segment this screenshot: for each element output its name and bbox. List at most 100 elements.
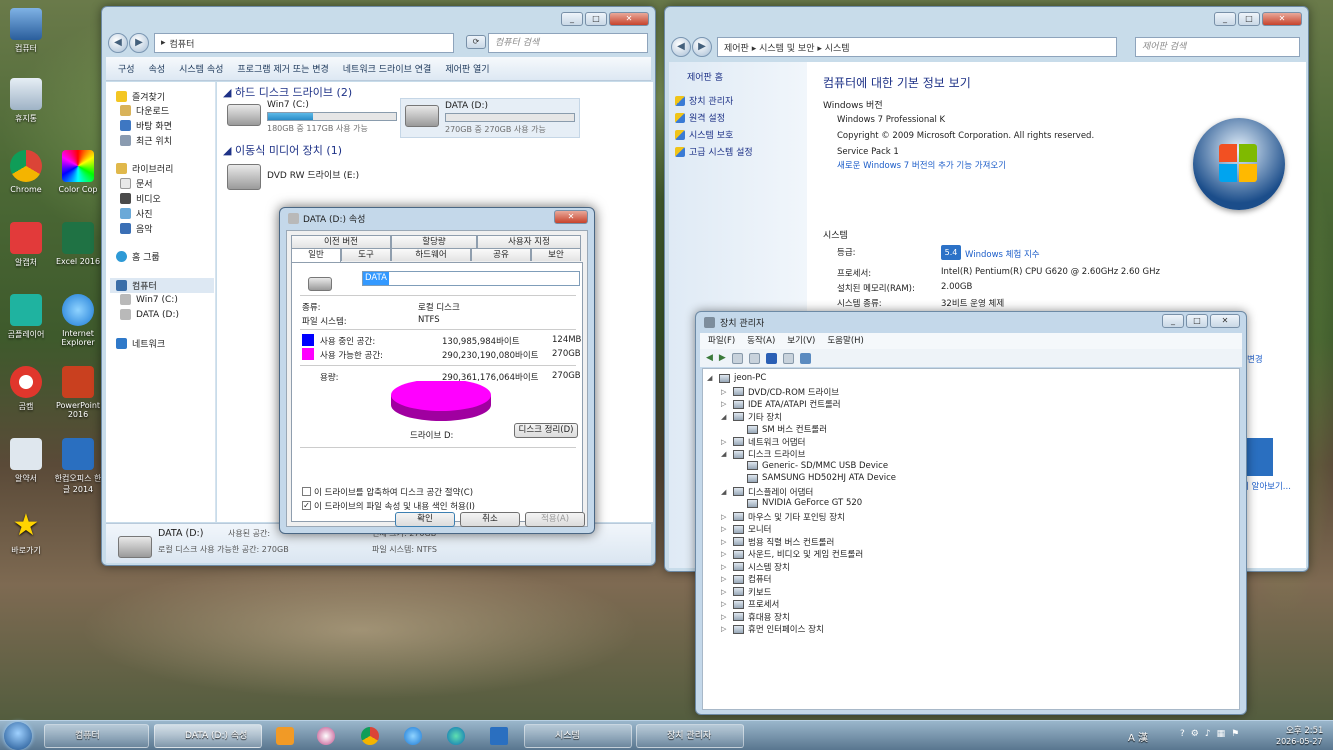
device-tree-node[interactable]: ▷ 키보드 [721, 586, 771, 598]
expander-icon[interactable]: ◢ [707, 374, 715, 382]
nav-win7[interactable]: Win7 (C:) [120, 294, 178, 305]
close-button[interactable]: ✕ [554, 210, 588, 224]
taskbar-pin-gomplayer[interactable] [265, 724, 305, 748]
side-link-remote[interactable]: 원격 설정 [675, 111, 725, 124]
nav-computer[interactable]: 컴퓨터 [110, 278, 214, 293]
apply-button[interactable]: 적용(A) [525, 512, 585, 527]
device-tree-node[interactable]: ▷ 네트워크 어댑터 [721, 436, 805, 448]
toolbar-uninstall[interactable]: 프로그램 제거 또는 변경 [237, 62, 328, 75]
device-tree-node[interactable]: ▷ 시스템 장치 [721, 561, 790, 573]
tab-tools[interactable]: 도구 [341, 248, 391, 261]
view-icon[interactable] [782, 352, 794, 364]
drive-label-input[interactable]: DATA [362, 271, 580, 286]
list-icon[interactable] [748, 352, 760, 364]
index-checkbox[interactable]: ✓ [302, 501, 311, 510]
scan-hardware-icon[interactable] [799, 352, 811, 364]
device-tree-node[interactable]: ▷ 범용 직렬 버스 컨트롤러 [721, 536, 834, 548]
close-button[interactable]: ✕ [1210, 314, 1240, 328]
desktop-icon-colorcop[interactable]: Color Cop [52, 150, 104, 194]
device-tree-node[interactable]: ▷ DVD/CD-ROM 드라이브 [721, 386, 839, 398]
expander-icon[interactable]: ▷ [721, 525, 729, 533]
minimize-button[interactable]: _ [561, 12, 583, 26]
back-icon[interactable]: ◀ [706, 353, 713, 363]
nav-pictures[interactable]: 사진 [120, 207, 153, 220]
anytime-upgrade-link[interactable]: 새로운 Windows 7 버전의 추가 기능 가져오기 [837, 159, 1006, 171]
taskbar-pin-ie[interactable] [393, 724, 433, 748]
drive-d[interactable]: DATA (D:) 270GB 중 270GB 사용 가능 [400, 98, 580, 138]
expander-icon[interactable]: ▷ [721, 538, 729, 546]
help-icon[interactable] [765, 352, 777, 364]
removable-section-header[interactable]: ◢ 이동식 미디어 장치 (1) [223, 142, 342, 158]
taskbar-pin-edge[interactable] [436, 724, 476, 748]
menu-help[interactable]: 도움말(H) [827, 333, 863, 349]
device-tree-node[interactable]: ▷ 사운드, 비디오 및 게임 컨트롤러 [721, 548, 863, 560]
address-bar[interactable]: 제어판 ▸ 시스템 및 보안 ▸ 시스템 [717, 37, 1117, 57]
desktop-icon-excel[interactable]: Excel 2016 [52, 222, 104, 266]
desktop-icon-gomplayer[interactable]: 곰플레이어 [0, 294, 52, 340]
forward-button[interactable]: ▶ [129, 33, 149, 53]
tab-sharing[interactable]: 공유 [471, 248, 531, 261]
rating-badge[interactable]: 5.4 [941, 245, 961, 260]
device-tree-node[interactable]: SAMSUNG HD502HJ ATA Device [735, 473, 896, 483]
back-button[interactable]: ◀ [671, 37, 691, 57]
tab-quota[interactable]: 할당량 [391, 235, 477, 248]
nav-music[interactable]: 음악 [120, 222, 153, 235]
start-button[interactable] [4, 722, 32, 750]
taskbar-pin-chrome[interactable] [350, 724, 390, 748]
expander-icon[interactable]: ▷ [721, 575, 729, 583]
maximize-button[interactable]: □ [1186, 314, 1208, 328]
control-panel-home-link[interactable]: 제어판 홈 [687, 70, 723, 83]
tray-ime[interactable]: A 漢 [1128, 729, 1148, 744]
hdd-section-header[interactable]: ◢ 하드 디스크 드라이브 (2) [223, 84, 352, 100]
toolbar-map-drive[interactable]: 네트워크 드라이브 연결 [343, 62, 432, 75]
close-button[interactable]: ✕ [609, 12, 649, 26]
side-link-protection[interactable]: 시스템 보호 [675, 128, 733, 141]
toolbar-control-panel[interactable]: 제어판 열기 [445, 62, 489, 75]
device-tree-node[interactable]: ▷ IDE ATA/ATAPI 컨트롤러 [721, 398, 841, 410]
device-tree-node[interactable]: ◢ 디스크 드라이브 [721, 448, 805, 460]
refresh-button[interactable]: ⟳ [466, 35, 486, 49]
expander-icon[interactable]: ◢ [721, 488, 729, 496]
search-input[interactable]: 제어판 검색 [1135, 37, 1300, 57]
toolbar-system-properties[interactable]: 시스템 속성 [179, 62, 223, 75]
experience-index-link[interactable]: Windows 체험 지수 [965, 248, 1040, 260]
device-tree-node[interactable]: NVIDIA GeForce GT 520 [735, 498, 862, 508]
network-tray-icon[interactable]: ▦ [1217, 729, 1226, 739]
settings-tray-icon[interactable]: ⚙ [1191, 729, 1199, 739]
expander-icon[interactable]: ▷ [721, 513, 729, 521]
tab-hardware[interactable]: 하드웨어 [391, 248, 471, 261]
taskbar-item-properties[interactable]: DATA (D:) 속성 [154, 724, 262, 748]
compress-checkbox[interactable] [302, 487, 311, 496]
desktop-icon-gomcam[interactable]: 곰캠 [0, 366, 52, 412]
expander-icon[interactable]: ▷ [721, 613, 729, 621]
minimize-button[interactable]: _ [1162, 314, 1184, 328]
desktop-icon-ie[interactable]: Internet Explorer [52, 294, 104, 347]
desktop-icon-hancom[interactable]: 한컴오피스 한글 2014 [52, 438, 104, 495]
clock-time[interactable]: 오후 2:51 [1286, 724, 1323, 736]
change-settings-link[interactable]: 변경 [1247, 353, 1263, 365]
device-tree-node[interactable]: ▷ 모니터 [721, 523, 771, 535]
toolbar-properties[interactable]: 속성 [149, 62, 166, 75]
nav-desktop[interactable]: 바탕 화면 [120, 119, 172, 132]
tab-general[interactable]: 일반 [291, 248, 341, 263]
tab-customize[interactable]: 사용자 지정 [477, 235, 581, 248]
nav-documents[interactable]: 문서 [120, 177, 153, 190]
nav-libraries[interactable]: 라이브러리 [116, 162, 173, 175]
side-link-advanced[interactable]: 고급 시스템 설정 [675, 145, 753, 158]
device-tree-node[interactable]: ▷ 프로세서 [721, 598, 779, 610]
dvd-drive[interactable]: DVD RW 드라이브 (E:) [227, 160, 359, 190]
properties-icon[interactable] [731, 352, 743, 364]
close-button[interactable]: ✕ [1262, 12, 1302, 26]
help-tray-icon[interactable]: ? [1180, 729, 1185, 739]
expander-icon[interactable]: ▷ [721, 588, 729, 596]
device-tree-node[interactable]: ▷ 컴퓨터 [721, 573, 771, 585]
maximize-button[interactable]: □ [585, 12, 607, 26]
menu-action[interactable]: 동작(A) [747, 333, 775, 349]
expander-icon[interactable]: ▷ [721, 600, 729, 608]
device-tree-node[interactable]: ◢ 기타 장치 [721, 411, 782, 423]
disk-cleanup-button[interactable]: 디스크 정리(D) [514, 423, 578, 438]
nav-homegroup[interactable]: 홈 그룹 [116, 250, 160, 263]
nav-network[interactable]: 네트워크 [116, 337, 165, 350]
desktop-icon-alcapture[interactable]: 알캡처 [0, 222, 52, 268]
learn-more-link[interactable]: 더 알아보기... [1241, 480, 1291, 492]
